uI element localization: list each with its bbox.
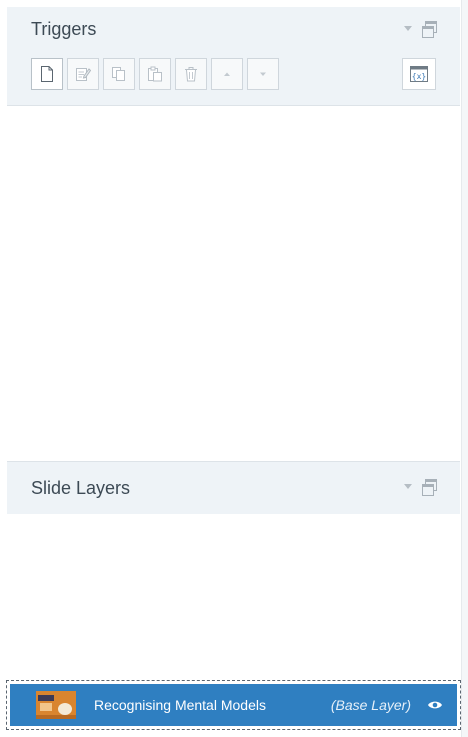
move-down-icon (260, 72, 266, 76)
delete-trigger-button[interactable] (175, 58, 207, 90)
slide-thumbnail (36, 691, 76, 719)
paste-trigger-button[interactable] (139, 58, 171, 90)
side-panels: Triggers {x} Slide Layers Recognising Me… (0, 0, 468, 737)
triggers-float-panel-icon[interactable] (422, 21, 437, 38)
move-up-icon (224, 72, 230, 76)
base-layer-selected[interactable]: Recognising Mental Models (Base Layer) (10, 684, 457, 726)
edit-trigger-button[interactable] (67, 58, 99, 90)
slide-layers-header-controls (404, 479, 437, 496)
move-trigger-up-button[interactable] (211, 58, 243, 90)
base-layer-row[interactable]: Recognising Mental Models (Base Layer) (6, 680, 461, 730)
svg-text:{x}: {x} (412, 72, 426, 81)
base-layer-tag: (Base Layer) (330, 697, 411, 713)
move-trigger-down-button[interactable] (247, 58, 279, 90)
triggers-toolbar (31, 58, 279, 90)
slide-layers-list[interactable] (7, 514, 460, 679)
copy-icon (112, 67, 125, 81)
triggers-panel-title: Triggers (31, 19, 97, 39)
delete-icon (185, 67, 197, 82)
triggers-panel-header: Triggers {x} (7, 7, 460, 106)
copy-trigger-button[interactable] (103, 58, 135, 90)
paste-icon (148, 66, 162, 82)
triggers-list[interactable] (7, 106, 460, 460)
triggers-menu-dropdown-icon[interactable] (404, 25, 412, 31)
new-trigger-icon (41, 66, 53, 82)
slide-layers-panel-header: Slide Layers (7, 461, 460, 515)
triggers-header-controls (404, 21, 437, 38)
new-trigger-button[interactable] (31, 58, 63, 90)
slide-layers-panel-title: Slide Layers (31, 478, 131, 498)
slide-layers-float-panel-icon[interactable] (422, 479, 437, 496)
variables-icon: {x} (410, 66, 428, 82)
edit-trigger-icon (76, 68, 91, 81)
manage-variables-button[interactable]: {x} (402, 58, 436, 90)
scrollbar-track[interactable] (461, 0, 468, 737)
eye-icon[interactable] (427, 699, 443, 711)
base-layer-name: Recognising Mental Models (94, 697, 266, 713)
slide-layers-menu-dropdown-icon[interactable] (404, 483, 412, 489)
